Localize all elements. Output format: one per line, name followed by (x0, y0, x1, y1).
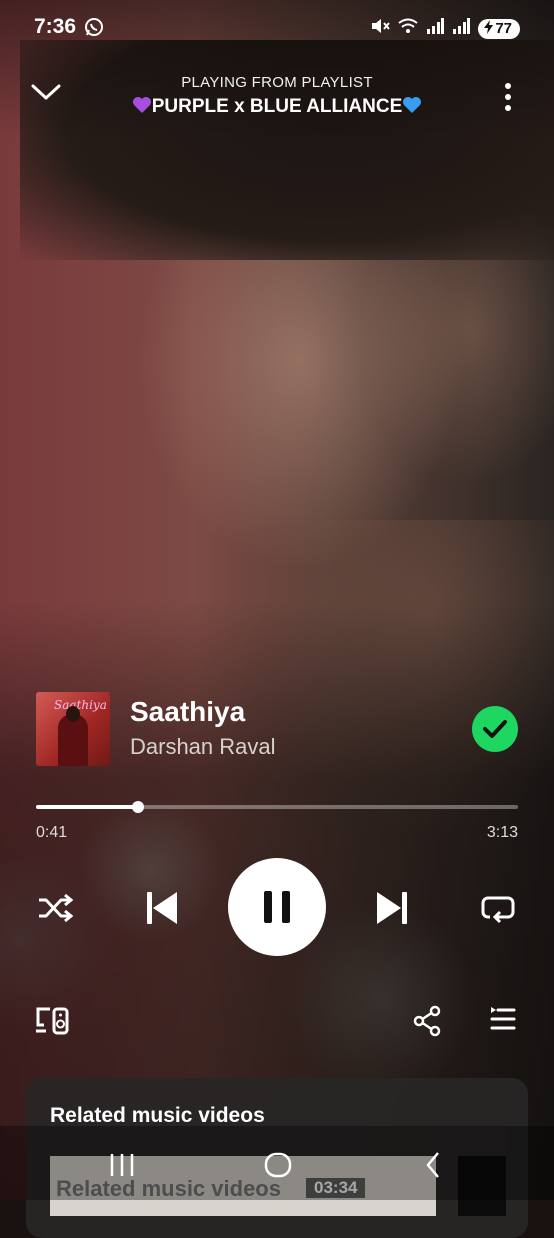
recent-apps-button[interactable] (102, 1150, 142, 1180)
elapsed-time: 0:41 (36, 824, 68, 841)
battery-indicator: 77 (478, 18, 520, 39)
signal-icon-1 (426, 18, 445, 39)
shuffle-button[interactable] (34, 888, 78, 928)
queue-icon (490, 1007, 516, 1030)
pause-icon (264, 891, 290, 923)
playlist-name: PURPLE x BLUE ALLIANCE (151, 96, 403, 117)
repeat-icon (481, 896, 515, 924)
progress-fill (36, 805, 139, 809)
system-navigation-bar (0, 1126, 554, 1200)
home-button[interactable] (258, 1148, 298, 1182)
whatsapp-icon (84, 17, 104, 42)
connect-device-button[interactable] (32, 1002, 72, 1040)
album-cover[interactable]: Saathiya (36, 692, 110, 766)
battery-level: 77 (495, 20, 512, 37)
more-vertical-icon (505, 83, 511, 111)
playlist-name-link[interactable]: PURPLE x BLUE ALLIANCE (0, 96, 554, 118)
previous-button[interactable] (138, 884, 184, 932)
shuffle-icon (39, 893, 74, 923)
related-section-title: Related music videos (50, 1104, 265, 1127)
wifi-icon (398, 18, 418, 39)
next-button[interactable] (370, 884, 416, 932)
back-icon (426, 1152, 439, 1178)
status-time: 7:36 (34, 15, 77, 38)
check-icon (483, 720, 507, 738)
track-artist[interactable]: Darshan Raval (130, 734, 276, 760)
mute-icon (370, 17, 391, 40)
progress-thumb[interactable] (132, 801, 145, 813)
back-button[interactable] (414, 1148, 454, 1182)
track-title[interactable]: Saathiya (130, 696, 245, 728)
cover-script: Saathiya (54, 698, 107, 712)
skip-previous-icon (147, 892, 177, 924)
track-info: Saathiya Saathiya Darshan Raval (36, 692, 518, 768)
playing-from-label: PLAYING FROM PLAYLIST (181, 74, 373, 91)
status-bar: 7:36 77 (0, 0, 554, 56)
progress-track[interactable] (36, 801, 518, 813)
secondary-controls (0, 1000, 554, 1040)
repeat-button[interactable] (476, 886, 520, 930)
queue-button[interactable] (484, 1002, 522, 1040)
skip-next-icon (377, 892, 407, 924)
connect-device-icon (36, 1007, 69, 1035)
blue-heart-icon (402, 96, 422, 114)
signal-icon-2 (452, 18, 471, 39)
recent-apps-icon (110, 1154, 134, 1176)
share-icon (413, 1005, 441, 1037)
total-time: 3:13 (486, 824, 518, 841)
home-icon (264, 1152, 292, 1178)
share-button[interactable] (408, 1002, 446, 1040)
progress-bar[interactable]: 0:41 3:13 (36, 800, 518, 841)
liked-button[interactable] (472, 706, 518, 752)
bolt-icon (484, 19, 494, 38)
purple-heart-icon (132, 96, 152, 114)
player-header: PLAYING FROM PLAYLIST PURPLE x BLUE ALLI… (0, 68, 554, 128)
pause-button[interactable] (228, 858, 326, 956)
more-options-button[interactable] (500, 80, 516, 114)
playback-controls (0, 858, 554, 958)
